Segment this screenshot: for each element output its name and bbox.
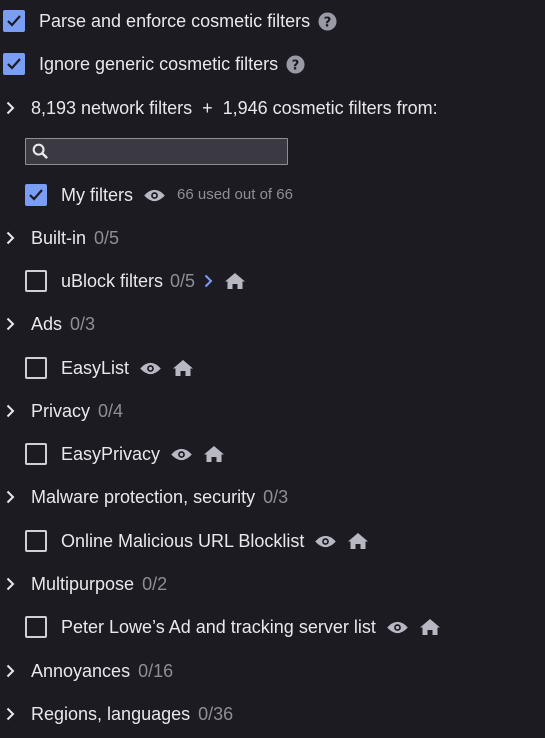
my-filters-usage: 66 used out of 66 [177, 186, 293, 203]
filters-summary[interactable]: 8,193 network filters + 1,946 cosmetic f… [3, 97, 438, 119]
eye-icon[interactable] [139, 361, 162, 376]
group-built-in[interactable]: Built-in 0/5 [3, 227, 119, 249]
checkmark-icon [7, 15, 21, 27]
group-label: Annoyances [31, 661, 131, 681]
group-count: 0/16 [138, 661, 174, 681]
network-filter-count: 8,193 [31, 98, 77, 118]
home-icon[interactable] [347, 532, 369, 550]
peter-lowe-checkbox[interactable] [25, 616, 47, 638]
chevron-right-icon[interactable] [3, 400, 17, 422]
chevron-right-icon[interactable] [204, 274, 213, 288]
list-label: Online Malicious URL Blocklist [61, 531, 305, 551]
question-circle-icon[interactable]: ? [286, 54, 305, 74]
checkmark-icon [29, 189, 43, 201]
group-multipurpose[interactable]: Multipurpose 0/2 [3, 573, 167, 595]
group-count: 0/4 [98, 401, 124, 421]
list-online-malicious-url-blocklist[interactable]: Online Malicious URL Blocklist [25, 530, 369, 552]
my-filters-checkbox[interactable] [25, 184, 47, 206]
network-filter-label: network filters [81, 98, 193, 118]
chevron-right-icon[interactable] [3, 486, 17, 508]
filter-search-box[interactable] [25, 138, 288, 165]
easylist-checkbox[interactable] [25, 357, 47, 379]
list-peter-lowe[interactable]: Peter Lowe’s Ad and tracking server list [25, 616, 441, 638]
chevron-right-icon[interactable] [3, 660, 17, 682]
parse-cosmetic-checkbox[interactable] [3, 10, 25, 32]
checkmark-icon [7, 58, 21, 70]
eye-icon[interactable] [170, 447, 193, 462]
question-circle-icon[interactable]: ? [318, 11, 337, 31]
list-ublock-filters[interactable]: uBlock filters 0/5 [25, 270, 246, 292]
home-icon[interactable] [224, 272, 246, 290]
group-count: 0/3 [70, 314, 96, 334]
ignore-generic-checkbox[interactable] [3, 53, 25, 75]
group-regions-languages[interactable]: Regions, languages 0/36 [3, 703, 233, 725]
search-input[interactable] [55, 142, 279, 161]
my-filters-row[interactable]: My filters 66 used out of 66 [25, 184, 293, 206]
list-label: EasyList [61, 358, 130, 378]
group-count: 0/36 [198, 704, 234, 724]
chevron-right-icon[interactable] [3, 227, 17, 249]
my-filters-label: My filters [61, 185, 133, 205]
group-count: 0/2 [142, 574, 168, 594]
group-malware-protection[interactable]: Malware protection, security 0/3 [3, 486, 288, 508]
plus-sign: + [202, 98, 213, 118]
chevron-right-icon[interactable] [3, 97, 17, 119]
malicious-url-checkbox[interactable] [25, 530, 47, 552]
cosmetic-filter-label: cosmetic filters from: [272, 98, 438, 118]
ublock-filters-checkbox[interactable] [25, 270, 47, 292]
setting-parse-cosmetic[interactable]: Parse and enforce cosmetic filters ? [3, 10, 337, 32]
svg-text:?: ? [324, 15, 332, 30]
group-label: Built-in [31, 228, 87, 248]
eye-icon[interactable] [143, 188, 166, 203]
list-label: Peter Lowe’s Ad and tracking server list [61, 617, 376, 637]
chevron-right-icon[interactable] [3, 313, 17, 335]
home-icon[interactable] [172, 359, 194, 377]
group-label: Ads [31, 314, 63, 334]
ignore-generic-label: Ignore generic cosmetic filters [39, 54, 279, 74]
group-privacy[interactable]: Privacy 0/4 [3, 400, 123, 422]
eye-icon[interactable] [386, 620, 409, 635]
eye-icon[interactable] [314, 534, 337, 549]
list-count: 0/5 [170, 271, 196, 291]
chevron-right-icon[interactable] [3, 573, 17, 595]
group-label: Privacy [31, 401, 91, 421]
group-label: Multipurpose [31, 574, 135, 594]
group-count: 0/5 [94, 228, 120, 248]
list-easylist[interactable]: EasyList [25, 357, 194, 379]
group-ads[interactable]: Ads 0/3 [3, 313, 95, 335]
group-count: 0/3 [263, 487, 289, 507]
parse-cosmetic-label: Parse and enforce cosmetic filters [39, 11, 311, 31]
group-label: Regions, languages [31, 704, 191, 724]
search-icon [32, 143, 49, 160]
group-annoyances[interactable]: Annoyances 0/16 [3, 660, 173, 682]
setting-ignore-generic[interactable]: Ignore generic cosmetic filters ? [3, 53, 305, 75]
svg-text:?: ? [292, 58, 300, 73]
cosmetic-filter-count: 1,946 [222, 98, 268, 118]
list-easyprivacy[interactable]: EasyPrivacy [25, 443, 225, 465]
easyprivacy-checkbox[interactable] [25, 443, 47, 465]
filter-lists-panel: Parse and enforce cosmetic filters ? Ign… [0, 0, 545, 738]
chevron-right-icon[interactable] [3, 703, 17, 725]
list-label: uBlock filters [61, 271, 164, 291]
home-icon[interactable] [203, 445, 225, 463]
home-icon[interactable] [419, 618, 441, 636]
group-label: Malware protection, security [31, 487, 256, 507]
list-label: EasyPrivacy [61, 444, 161, 464]
